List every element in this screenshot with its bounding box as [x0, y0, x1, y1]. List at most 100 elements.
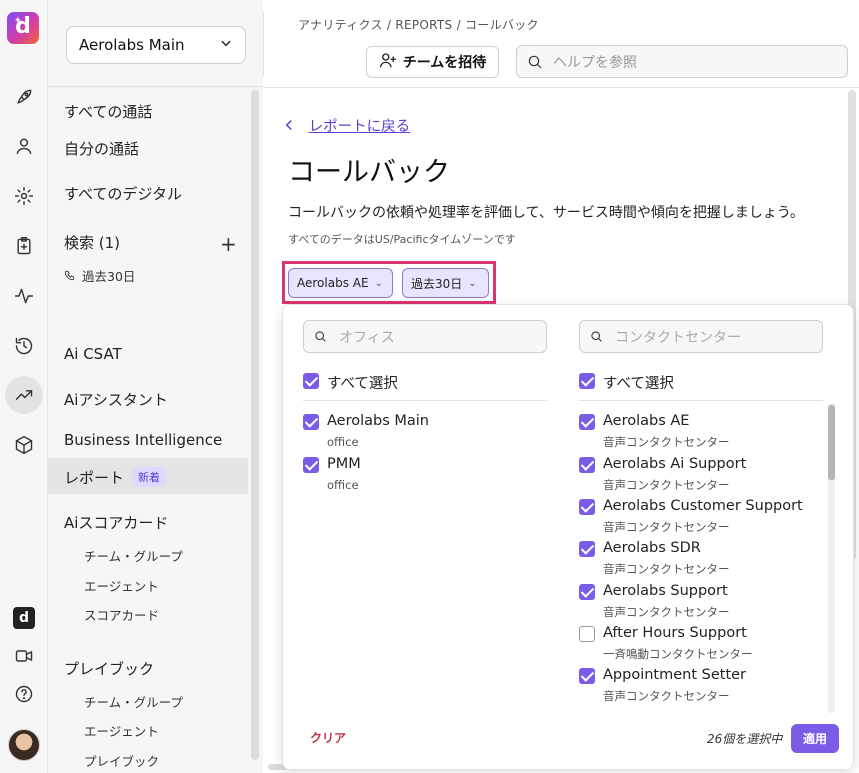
- cc-option-checkbox[interactable]: [579, 626, 595, 642]
- help-search-input[interactable]: ヘルプを参照: [516, 45, 848, 78]
- cc-divider: [579, 400, 823, 401]
- cc-option-name: Appointment Setter: [603, 667, 747, 683]
- sidebar-item-ai-assistant[interactable]: Aiアシスタント: [64, 389, 168, 410]
- office-select-all-checkbox[interactable]: [303, 373, 319, 389]
- cc-option-type: 音声コンタクトセンター: [603, 605, 730, 619]
- cc-option-checkbox[interactable]: [579, 457, 595, 473]
- rocket-icon[interactable]: [11, 84, 37, 110]
- sidebar-sub-sc-scorecard[interactable]: スコアカード: [84, 605, 159, 624]
- chevron-down-icon: ⌄: [374, 277, 383, 289]
- date-filter-chip[interactable]: 過去30日 ⌄: [402, 268, 489, 298]
- office-filter-chip[interactable]: Aerolabs AE ⌄: [288, 268, 393, 298]
- help-icon[interactable]: [11, 681, 37, 707]
- page-description: コールバックの依頼や処理率を評価して、サービス時間や傾向を把握しましょう。: [288, 205, 805, 221]
- video-icon[interactable]: [11, 643, 37, 669]
- chevron-down-icon: ⌄: [468, 277, 477, 289]
- office-option-type: office: [327, 478, 359, 492]
- person-icon[interactable]: [11, 133, 37, 159]
- cc-option-type: 音声コンタクトセンター: [603, 689, 730, 703]
- cc-option-checkbox[interactable]: [579, 584, 595, 600]
- office-search-input[interactable]: オフィス: [303, 320, 547, 353]
- cc-option-checkbox[interactable]: [579, 668, 595, 684]
- chevron-down-icon: [219, 36, 233, 54]
- office-option-name: PMM: [327, 456, 361, 472]
- breadcrumb: アナリティクス / REPORTS / コールバック: [298, 18, 539, 32]
- sidebar-item-all-calls[interactable]: すべての通話: [64, 101, 152, 122]
- sidebar-item-business-intelligence[interactable]: Business Intelligence: [64, 431, 222, 449]
- app-logo-icon[interactable]: ✦ d: [7, 12, 39, 44]
- cc-select-all-label: すべて選択: [603, 376, 674, 392]
- app-logo-small-icon[interactable]: d: [13, 607, 35, 629]
- back-to-reports-link[interactable]: レポートに戻る: [284, 115, 410, 136]
- selected-count: 26個を選択中: [707, 732, 783, 746]
- cc-option-name: Aerolabs SDR: [603, 540, 701, 556]
- office-option-type: office: [327, 435, 359, 449]
- cc-option-type: 一斉鳴動コンタクトセンター: [603, 647, 753, 661]
- sidebar-item-ai-csat[interactable]: Ai CSAT: [64, 345, 122, 363]
- office-search-placeholder: オフィス: [339, 329, 395, 346]
- phone-icon: [64, 269, 76, 284]
- cube-icon[interactable]: [11, 432, 37, 458]
- cc-option-name: Aerolabs Customer Support: [603, 498, 803, 514]
- cc-option-type: 音声コンタクトセンター: [603, 435, 730, 449]
- invite-team-button[interactable]: チームを招待: [366, 46, 499, 78]
- search-icon: [528, 55, 542, 68]
- cc-list-scrollbar-thumb[interactable]: [828, 405, 835, 480]
- gear-icon[interactable]: [11, 183, 37, 209]
- page-title: コールバック: [288, 157, 450, 188]
- search-icon: [591, 331, 602, 342]
- sidebar-item-search[interactable]: 検索 (1): [64, 232, 120, 253]
- sidebar-divider: [48, 86, 263, 87]
- cc-option-type: 音声コンタクトセンター: [603, 478, 730, 492]
- history-icon[interactable]: [11, 333, 37, 359]
- add-search-icon[interactable]: +: [220, 232, 237, 256]
- sidebar-item-my-calls[interactable]: 自分の通話: [64, 138, 139, 159]
- cc-option-checkbox[interactable]: [579, 414, 595, 430]
- office-option-checkbox[interactable]: [303, 457, 319, 473]
- cc-option-type: 音声コンタクトセンター: [603, 520, 730, 534]
- cc-option-name: Aerolabs Ai Support: [603, 456, 747, 472]
- header-divider: [263, 12, 264, 76]
- icon-rail: ✦ d d: [0, 0, 48, 773]
- filter-dropdown-panel: オフィス コンタクトセンター すべて選択 すべて選択 Aerolabs Main…: [282, 304, 854, 770]
- office-option-name: Aerolabs Main: [327, 413, 429, 429]
- office-filter-label: Aerolabs AE: [297, 276, 369, 290]
- cc-option-name: Aerolabs AE: [603, 413, 690, 429]
- sidebar-item-reports-label: レポート: [64, 469, 125, 487]
- sidebar-item-playbook[interactable]: プレイブック: [64, 658, 154, 679]
- cc-option-name: Aerolabs Support: [603, 583, 728, 599]
- sidebar-sub-pb-agent[interactable]: エージェント: [84, 721, 159, 740]
- office-select-all-label: すべて選択: [327, 376, 398, 392]
- sidebar-sub-sc-team-group[interactable]: チーム・グループ: [84, 546, 183, 565]
- cc-option-name: After Hours Support: [603, 625, 747, 641]
- office-divider: [303, 400, 547, 401]
- cc-option-checkbox[interactable]: [579, 541, 595, 557]
- new-badge: 新着: [132, 467, 167, 487]
- apply-button[interactable]: 適用: [791, 724, 839, 753]
- sidebar-item-ai-scorecard[interactable]: Aiスコアカード: [64, 512, 168, 533]
- back-to-reports-label: レポートに戻る: [308, 119, 411, 135]
- clear-button[interactable]: クリア: [310, 729, 346, 746]
- cc-select-all-checkbox[interactable]: [579, 373, 595, 389]
- sidebar-sub-pb-team-group[interactable]: チーム・グループ: [84, 692, 183, 711]
- sidebar-item-all-digital[interactable]: すべてのデジタル: [64, 183, 182, 204]
- org-select[interactable]: Aerolabs Main: [66, 26, 246, 64]
- timezone-note: すべてのデータはUS/Pacificタイムゾーンです: [288, 233, 516, 246]
- invite-team-label: チームを招待: [402, 55, 487, 71]
- sidebar-sub-pb-playbook[interactable]: プレイブック: [84, 751, 159, 770]
- activity-icon[interactable]: [11, 283, 37, 309]
- cc-option-type: 音声コンタクトセンター: [603, 562, 730, 576]
- trend-icon[interactable]: [11, 382, 37, 408]
- sidebar-sub-sc-agent[interactable]: エージェント: [84, 576, 159, 595]
- cc-option-checkbox[interactable]: [579, 499, 595, 515]
- clipboard-icon[interactable]: [11, 233, 37, 259]
- sidebar: Aerolabs Main すべての通話 自分の通話 すべてのデジタル 検索 (…: [48, 0, 263, 773]
- contact-center-search-input[interactable]: コンタクトセンター: [579, 320, 823, 353]
- office-option-checkbox[interactable]: [303, 414, 319, 430]
- sidebar-scrollbar[interactable]: [251, 90, 259, 760]
- avatar[interactable]: [8, 729, 40, 761]
- saved-search-label: 過去30日: [82, 269, 136, 284]
- saved-search-item[interactable]: 過去30日: [64, 266, 135, 285]
- help-search-placeholder: ヘルプを参照: [553, 54, 637, 71]
- sidebar-item-reports[interactable]: レポート 新着: [64, 467, 167, 488]
